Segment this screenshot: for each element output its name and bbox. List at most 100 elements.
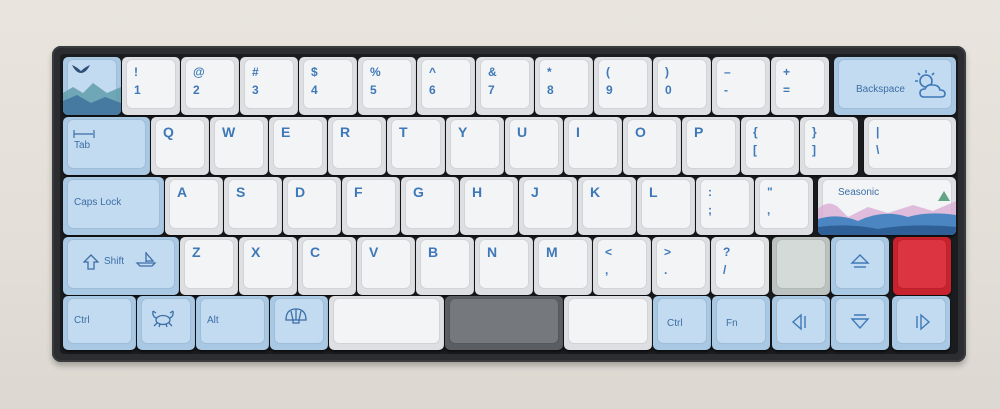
key-s[interactable]: S bbox=[224, 177, 282, 235]
key-ctrl-right[interactable]: Ctrl bbox=[653, 296, 711, 350]
key-semicolon[interactable]: :; bbox=[696, 177, 754, 235]
key-i[interactable]: I bbox=[564, 117, 622, 175]
key-p[interactable]: P bbox=[682, 117, 740, 175]
key-slash[interactable]: ? / bbox=[711, 237, 769, 295]
key-m[interactable]: M bbox=[534, 237, 592, 295]
key-shell[interactable] bbox=[270, 296, 328, 350]
key-ctrl-left-label: Ctrl bbox=[74, 315, 90, 326]
key-4[interactable]: $4 bbox=[299, 57, 357, 115]
key-5-top: % bbox=[370, 65, 381, 79]
key-x[interactable]: X bbox=[239, 237, 297, 295]
key-period[interactable]: >. bbox=[652, 237, 710, 295]
key-caps-label: Caps Lock bbox=[74, 197, 122, 208]
key-h[interactable]: H bbox=[460, 177, 518, 235]
key-shift-label: Shift bbox=[104, 256, 125, 267]
key-u-label: U bbox=[517, 124, 528, 140]
key-c[interactable]: C bbox=[298, 237, 356, 295]
key-l[interactable]: L bbox=[637, 177, 695, 235]
key-8[interactable]: * 8 bbox=[535, 57, 593, 115]
crab-icon bbox=[152, 310, 174, 328]
key-f[interactable]: F bbox=[342, 177, 400, 235]
key-extra-red[interactable] bbox=[893, 237, 951, 295]
key-d[interactable]: D bbox=[283, 177, 341, 235]
key-z[interactable]: Z bbox=[180, 237, 238, 295]
key-e[interactable]: E bbox=[269, 117, 327, 175]
key-w[interactable]: W bbox=[210, 117, 268, 175]
key-esc[interactable] bbox=[63, 57, 121, 115]
key-6[interactable]: ^ 6 bbox=[417, 57, 475, 115]
key-backspace[interactable]: Backspace bbox=[834, 57, 956, 115]
key-equals-top: + bbox=[783, 65, 791, 79]
key-bracket-left[interactable]: {[ bbox=[741, 117, 799, 175]
key-a[interactable]: A bbox=[165, 177, 223, 235]
key-up[interactable] bbox=[831, 237, 889, 295]
boat-icon bbox=[135, 252, 157, 267]
key-space-right[interactable] bbox=[564, 296, 652, 350]
key-tab-label: Tab bbox=[74, 140, 91, 151]
key-7[interactable]: & 7 bbox=[476, 57, 534, 115]
key-l-label: L bbox=[649, 184, 658, 200]
key-u[interactable]: U bbox=[505, 117, 563, 175]
key-r[interactable]: R bbox=[328, 117, 386, 175]
key-space-center[interactable] bbox=[445, 296, 563, 350]
key-0-bottom: 0 bbox=[665, 83, 672, 97]
key-enter[interactable]: Seasonic bbox=[818, 177, 956, 235]
key-7-bottom: 7 bbox=[488, 83, 495, 97]
key-1-bottom: 1 bbox=[134, 83, 141, 97]
key-left[interactable] bbox=[772, 296, 830, 350]
key-backspace-label: Backspace bbox=[856, 84, 905, 95]
key-b-label: B bbox=[428, 244, 439, 260]
key-b[interactable]: B bbox=[416, 237, 474, 295]
key-right[interactable] bbox=[892, 296, 950, 350]
key-shift-right[interactable] bbox=[772, 237, 830, 295]
key-slash-bottom: / bbox=[723, 263, 727, 277]
key-2[interactable]: @2 bbox=[181, 57, 239, 115]
key-5[interactable]: % 5 bbox=[358, 57, 416, 115]
key-g[interactable]: G bbox=[401, 177, 459, 235]
key-9[interactable]: (9 bbox=[594, 57, 652, 115]
key-x-label: X bbox=[251, 244, 261, 260]
key-0[interactable]: ) 0 bbox=[653, 57, 711, 115]
key-q[interactable]: Q bbox=[151, 117, 209, 175]
key-slash-top: ? bbox=[723, 245, 731, 259]
key-fn[interactable]: Fn bbox=[712, 296, 770, 350]
key-t[interactable]: T bbox=[387, 117, 445, 175]
key-j[interactable]: J bbox=[519, 177, 577, 235]
key-g-label: G bbox=[413, 184, 424, 200]
key-down[interactable] bbox=[831, 296, 889, 350]
key-o-label: O bbox=[635, 124, 646, 140]
key-backslash[interactable]: | \ bbox=[864, 117, 956, 175]
key-minus[interactable]: – - bbox=[712, 57, 770, 115]
key-v[interactable]: V bbox=[357, 237, 415, 295]
key-o[interactable]: O bbox=[623, 117, 681, 175]
key-3[interactable]: #3 bbox=[240, 57, 298, 115]
key-backslash-bottom: \ bbox=[876, 143, 880, 157]
key-i-label: I bbox=[576, 124, 580, 140]
key-8-bottom: 8 bbox=[547, 83, 554, 97]
key-win[interactable] bbox=[137, 296, 195, 350]
sea-art bbox=[818, 191, 956, 235]
key-equals[interactable]: + = bbox=[771, 57, 829, 115]
key-6-top: ^ bbox=[429, 65, 437, 79]
key-caps-lock[interactable]: Caps Lock bbox=[63, 177, 164, 235]
key-1[interactable]: ! 1 bbox=[122, 57, 180, 115]
key-ctrl-left[interactable]: Ctrl bbox=[63, 296, 136, 350]
key-k[interactable]: K bbox=[578, 177, 636, 235]
key-shift-left[interactable]: Shift bbox=[63, 237, 179, 295]
key-quote-bottom: , bbox=[767, 203, 771, 217]
key-n[interactable]: N bbox=[475, 237, 533, 295]
key-bracket-right[interactable]: }] bbox=[800, 117, 858, 175]
key-quote[interactable]: ", bbox=[755, 177, 813, 235]
key-alt[interactable]: Alt bbox=[196, 296, 269, 350]
key-z-label: Z bbox=[192, 244, 201, 260]
key-y[interactable]: Y bbox=[446, 117, 504, 175]
key-4-top: $ bbox=[311, 65, 318, 79]
key-space-left[interactable] bbox=[329, 296, 444, 350]
key-comma[interactable]: <, bbox=[593, 237, 651, 295]
shell-icon bbox=[285, 308, 307, 324]
key-q-label: Q bbox=[163, 124, 174, 140]
key-comma-top: < bbox=[605, 245, 613, 259]
key-e-label: E bbox=[281, 124, 291, 140]
key-j-label: J bbox=[531, 184, 539, 200]
key-tab[interactable]: Tab bbox=[63, 117, 150, 175]
